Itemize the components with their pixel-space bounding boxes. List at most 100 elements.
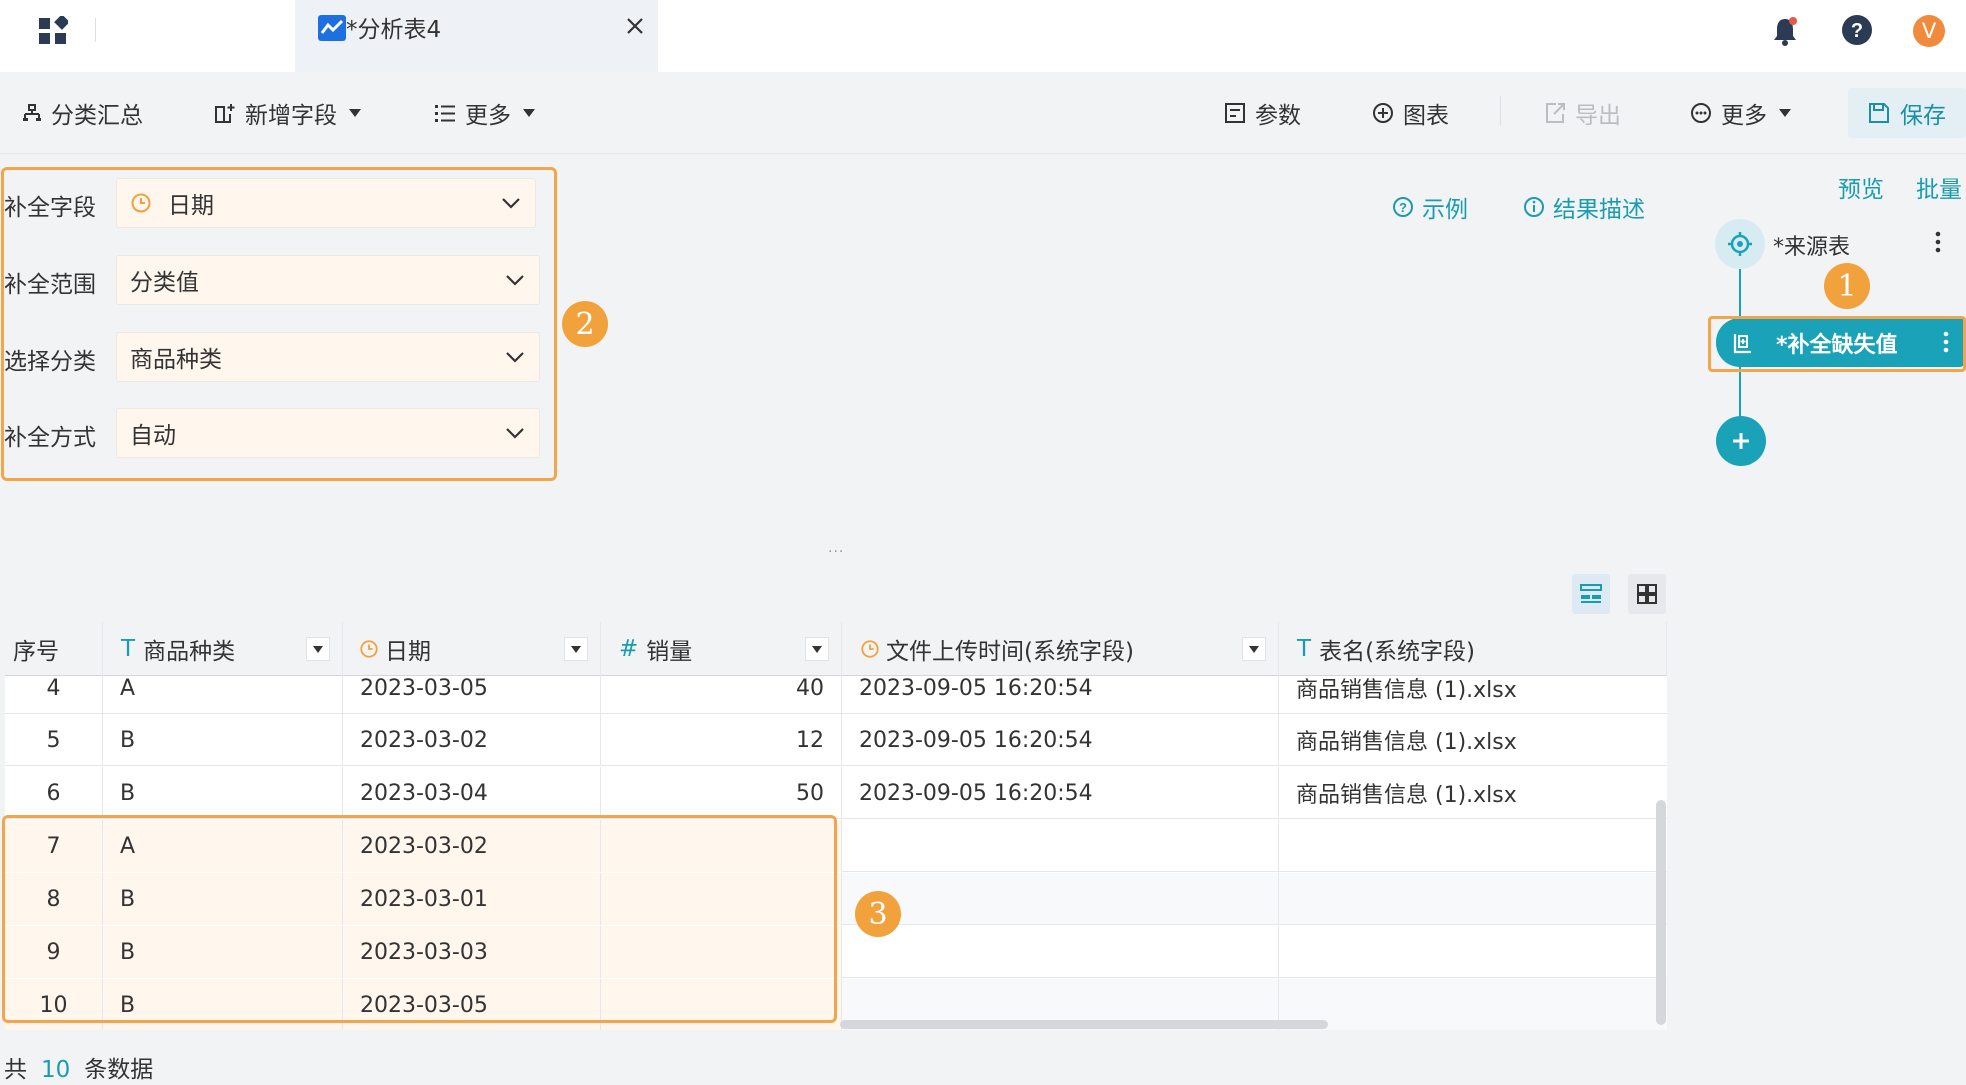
params-button[interactable]: 参数 [1224,72,1301,154]
help-circle-icon: ? [1393,197,1413,217]
column-header-label: 日期 [385,638,431,665]
source-node-label[interactable]: *来源表 [1773,229,1850,261]
add-field-button[interactable]: 新增字段 [214,72,361,154]
add-field-label: 新增字段 [245,103,337,129]
annotation-badge-1-number: 1 [1837,268,1857,304]
table-name-cell: 商品销售信息 (1).xlsx [1296,678,1517,703]
upload-time-cell: 2023-09-05 16:20:54 [842,714,1279,766]
annotation-badge-2-number: 2 [575,306,595,342]
notification-bell-icon[interactable] [1771,16,1799,46]
column-header-label: 商品种类 [143,638,236,665]
table-row[interactable]: 6 B 2023-03-04 50 2023-09-05 16:20:54 商品… [5,767,1667,819]
export-icon [1546,103,1565,123]
save-icon [1869,103,1889,123]
info-icon [1524,197,1544,217]
grid-view-toggle[interactable] [1628,574,1666,614]
export-label: 导出 [1575,103,1621,129]
upload-time-cell [842,926,1279,978]
table-name-cell [1279,873,1667,925]
vertical-scrollbar[interactable] [1656,800,1666,1025]
row-index-cell: 6 [5,767,103,819]
horizontal-scrollbar[interactable] [840,1020,1328,1029]
text-type-icon: T [121,635,136,662]
batch-link[interactable]: 批量 [1916,170,1962,204]
clock-icon [861,639,879,658]
upload-time-cell: 2023-09-05 16:20:54 [842,767,1279,819]
chevron-down-icon [1779,109,1791,117]
avatar-letter: V [1921,19,1937,43]
caret-down-icon [812,645,822,653]
params-icon [1225,103,1245,123]
column-dropdown-button[interactable] [1242,637,1266,661]
date-cell: 2023-03-04 [343,767,601,819]
apps-grid-icon[interactable] [38,16,68,46]
caret-down-icon [313,645,323,653]
more-right-button[interactable]: 更多 [1690,72,1791,154]
table-row[interactable]: 4 A 2023-03-05 40 2023-09-05 16:20:54 商品… [5,662,1667,714]
example-link[interactable]: ? 示例 [1392,190,1468,224]
annotation-badge-2: 2 [562,301,608,347]
category-cell: B [103,714,343,766]
avatar[interactable]: V [1913,15,1945,47]
list-view-icon [1580,584,1602,603]
annotation-highlight-node [1708,316,1966,372]
save-label: 保存 [1900,103,1946,129]
source-node-icon[interactable] [1715,219,1765,269]
svg-text:?: ? [1399,200,1407,215]
sales-cell: 12 [601,714,842,766]
more-left-label: 更多 [465,103,511,129]
annotation-highlight-filled-rows [2,815,837,1023]
chart-button[interactable]: 图表 [1372,72,1449,154]
annotation-badge-1: 1 [1824,263,1870,309]
upload-time-cell [842,820,1279,872]
category-cell: A [103,662,343,714]
panel-splitter-handle[interactable]: ... [828,540,844,556]
table-name-cell [1279,926,1667,978]
column-dropdown-button[interactable] [805,637,829,661]
export-button[interactable]: 导出 [1544,72,1621,154]
more-left-button[interactable]: 更多 [434,72,535,154]
more-right-label: 更多 [1721,103,1767,129]
sales-cell: 50 [601,767,842,819]
preview-link[interactable]: 预览 [1838,170,1884,204]
column-dropdown-button[interactable] [564,637,588,661]
target-icon [1728,232,1752,256]
table-row[interactable]: 5 B 2023-03-02 12 2023-09-05 16:20:54 商品… [5,714,1667,766]
result-description-link[interactable]: 结果描述 [1523,190,1645,224]
column-header-label: 文件上传时间(系统字段) [886,638,1134,665]
chevron-down-icon [349,109,361,117]
row-index-cell: 4 [5,662,103,714]
tab-analysis-table[interactable]: *分析表4 [295,0,658,72]
column-dropdown-button[interactable] [306,637,330,661]
chevron-down-icon [523,109,535,117]
more-vertical-icon[interactable] [1934,230,1942,254]
table-name-cell [1279,820,1667,872]
help-icon[interactable]: ? [1842,15,1872,45]
caret-down-icon [1249,645,1259,653]
row-index-cell: 5 [5,714,103,766]
text-type-icon: T [1297,635,1312,662]
record-count-prefix: 共 [4,1057,27,1083]
group-summary-label: 分类汇总 [51,103,143,129]
close-icon[interactable] [625,16,645,36]
add-node-button[interactable] [1716,416,1766,466]
flow-connector [1739,366,1741,419]
column-header-label: 序号 [13,638,59,665]
sales-cell: 40 [601,662,842,714]
clock-icon [360,639,378,658]
plus-circle-icon [1373,103,1393,123]
group-summary-icon [23,104,41,121]
date-cell: 2023-03-02 [343,714,601,766]
record-count: 共 10 条数据 [4,1050,153,1084]
group-summary-button[interactable]: 分类汇总 [22,72,143,154]
table-name-cell: 商品销售信息 (1).xlsx [1296,730,1517,755]
caret-down-icon [571,645,581,653]
column-header-label: 表名(系统字段) [1319,638,1476,665]
record-count-suffix: 条数据 [84,1057,154,1083]
list-view-toggle[interactable] [1572,574,1610,614]
column-header-label: 销量 [646,638,693,665]
upload-time-cell [842,873,1279,925]
record-count-value: 10 [41,1057,71,1083]
save-button[interactable]: 保存 [1848,88,1966,138]
grid-view-icon [1637,584,1657,604]
